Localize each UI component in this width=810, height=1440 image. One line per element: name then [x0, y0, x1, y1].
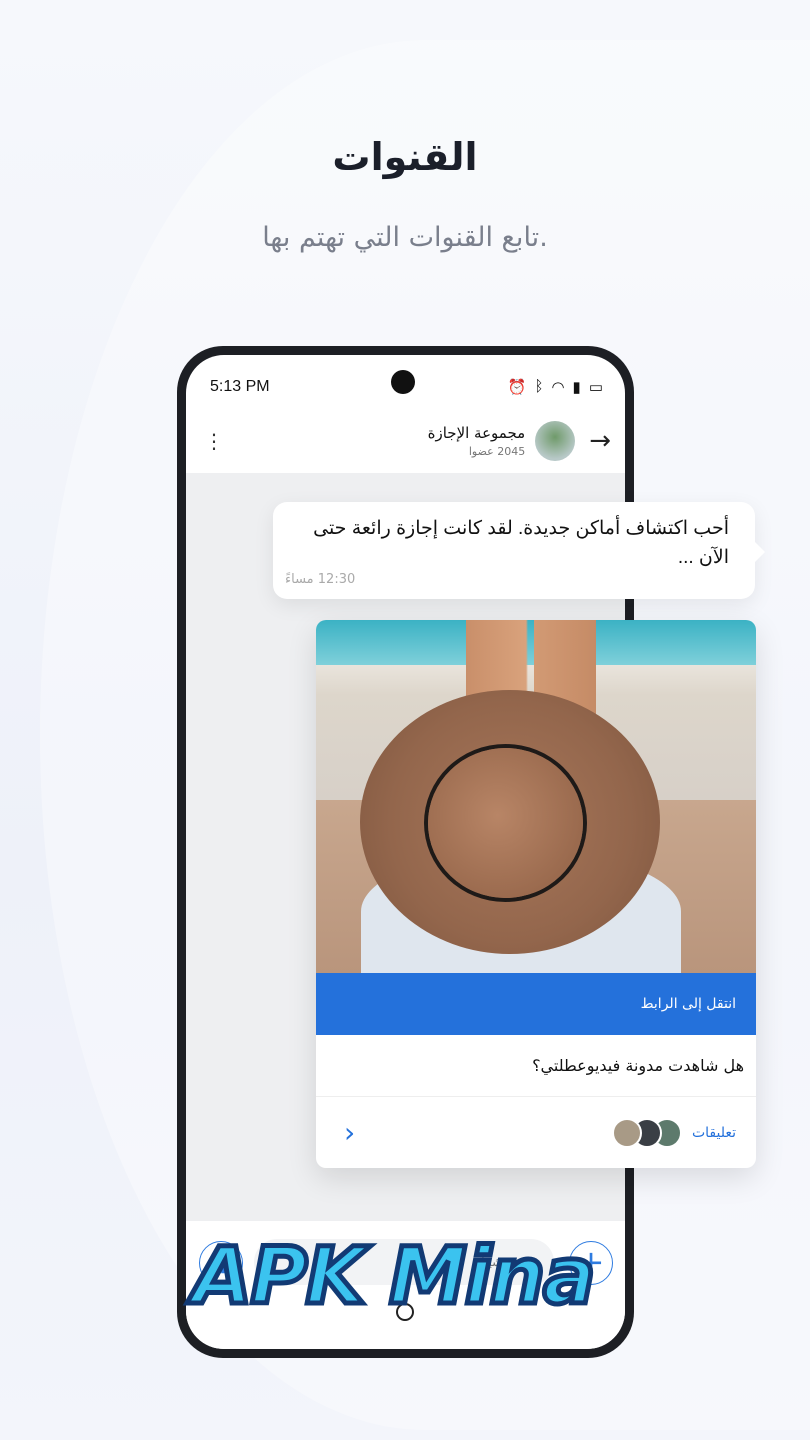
watermark-logo: APK Mina [190, 1230, 599, 1325]
member-count: 2045 عضوا [468, 445, 526, 458]
commenter-avatar [611, 1118, 642, 1148]
group-avatar[interactable] [535, 421, 576, 461]
group-name: مجموعة الإجازة [427, 424, 526, 442]
bluetooth-icon: ᛒ [534, 378, 544, 395]
post-footer: تعليقات ‹ [316, 1098, 756, 1168]
chat-header: → مجموعة الإجازة 2045 عضوا ⋮ [186, 409, 625, 473]
wifi-icon: ◠ [551, 379, 565, 396]
post-image[interactable] [316, 620, 756, 973]
post-text: هل شاهدت مدونة فيديوعطلتي؟ [316, 1035, 756, 1097]
message-text: أحب اكتشاف أماكن جديدة. لقد كانت إجازة ر… [313, 518, 729, 568]
page-subtitle: تابع القنوات التي تهتم بها. [262, 222, 548, 253]
status-time: 5:13 PM [210, 378, 270, 395]
page-title: القنوات [332, 135, 478, 179]
battery-icon: ▭ [588, 379, 603, 396]
message-bubble: أحب اكتشاف أماكن جديدة. لقد كانت إجازة ر… [273, 502, 765, 599]
more-menu-icon[interactable]: ⋮ [204, 431, 224, 451]
alarm-icon: ⏰ [507, 379, 527, 396]
status-bar: 5:13 PM ⏰ ᛒ ◠ ▮ ▭ [210, 375, 603, 399]
chevron-left-icon[interactable]: ‹ [344, 1116, 355, 1149]
channel-post-card: انتقل إلى الرابط هل شاهدت مدونة فيديوعطل… [316, 620, 756, 1168]
open-link-button[interactable]: انتقل إلى الرابط [316, 973, 756, 1035]
message-time: 12:30 مساءً [285, 572, 356, 587]
signal-icon: ▮ [572, 379, 581, 396]
comments-link[interactable]: تعليقات [692, 1125, 736, 1141]
back-arrow-icon[interactable]: → [589, 426, 611, 456]
